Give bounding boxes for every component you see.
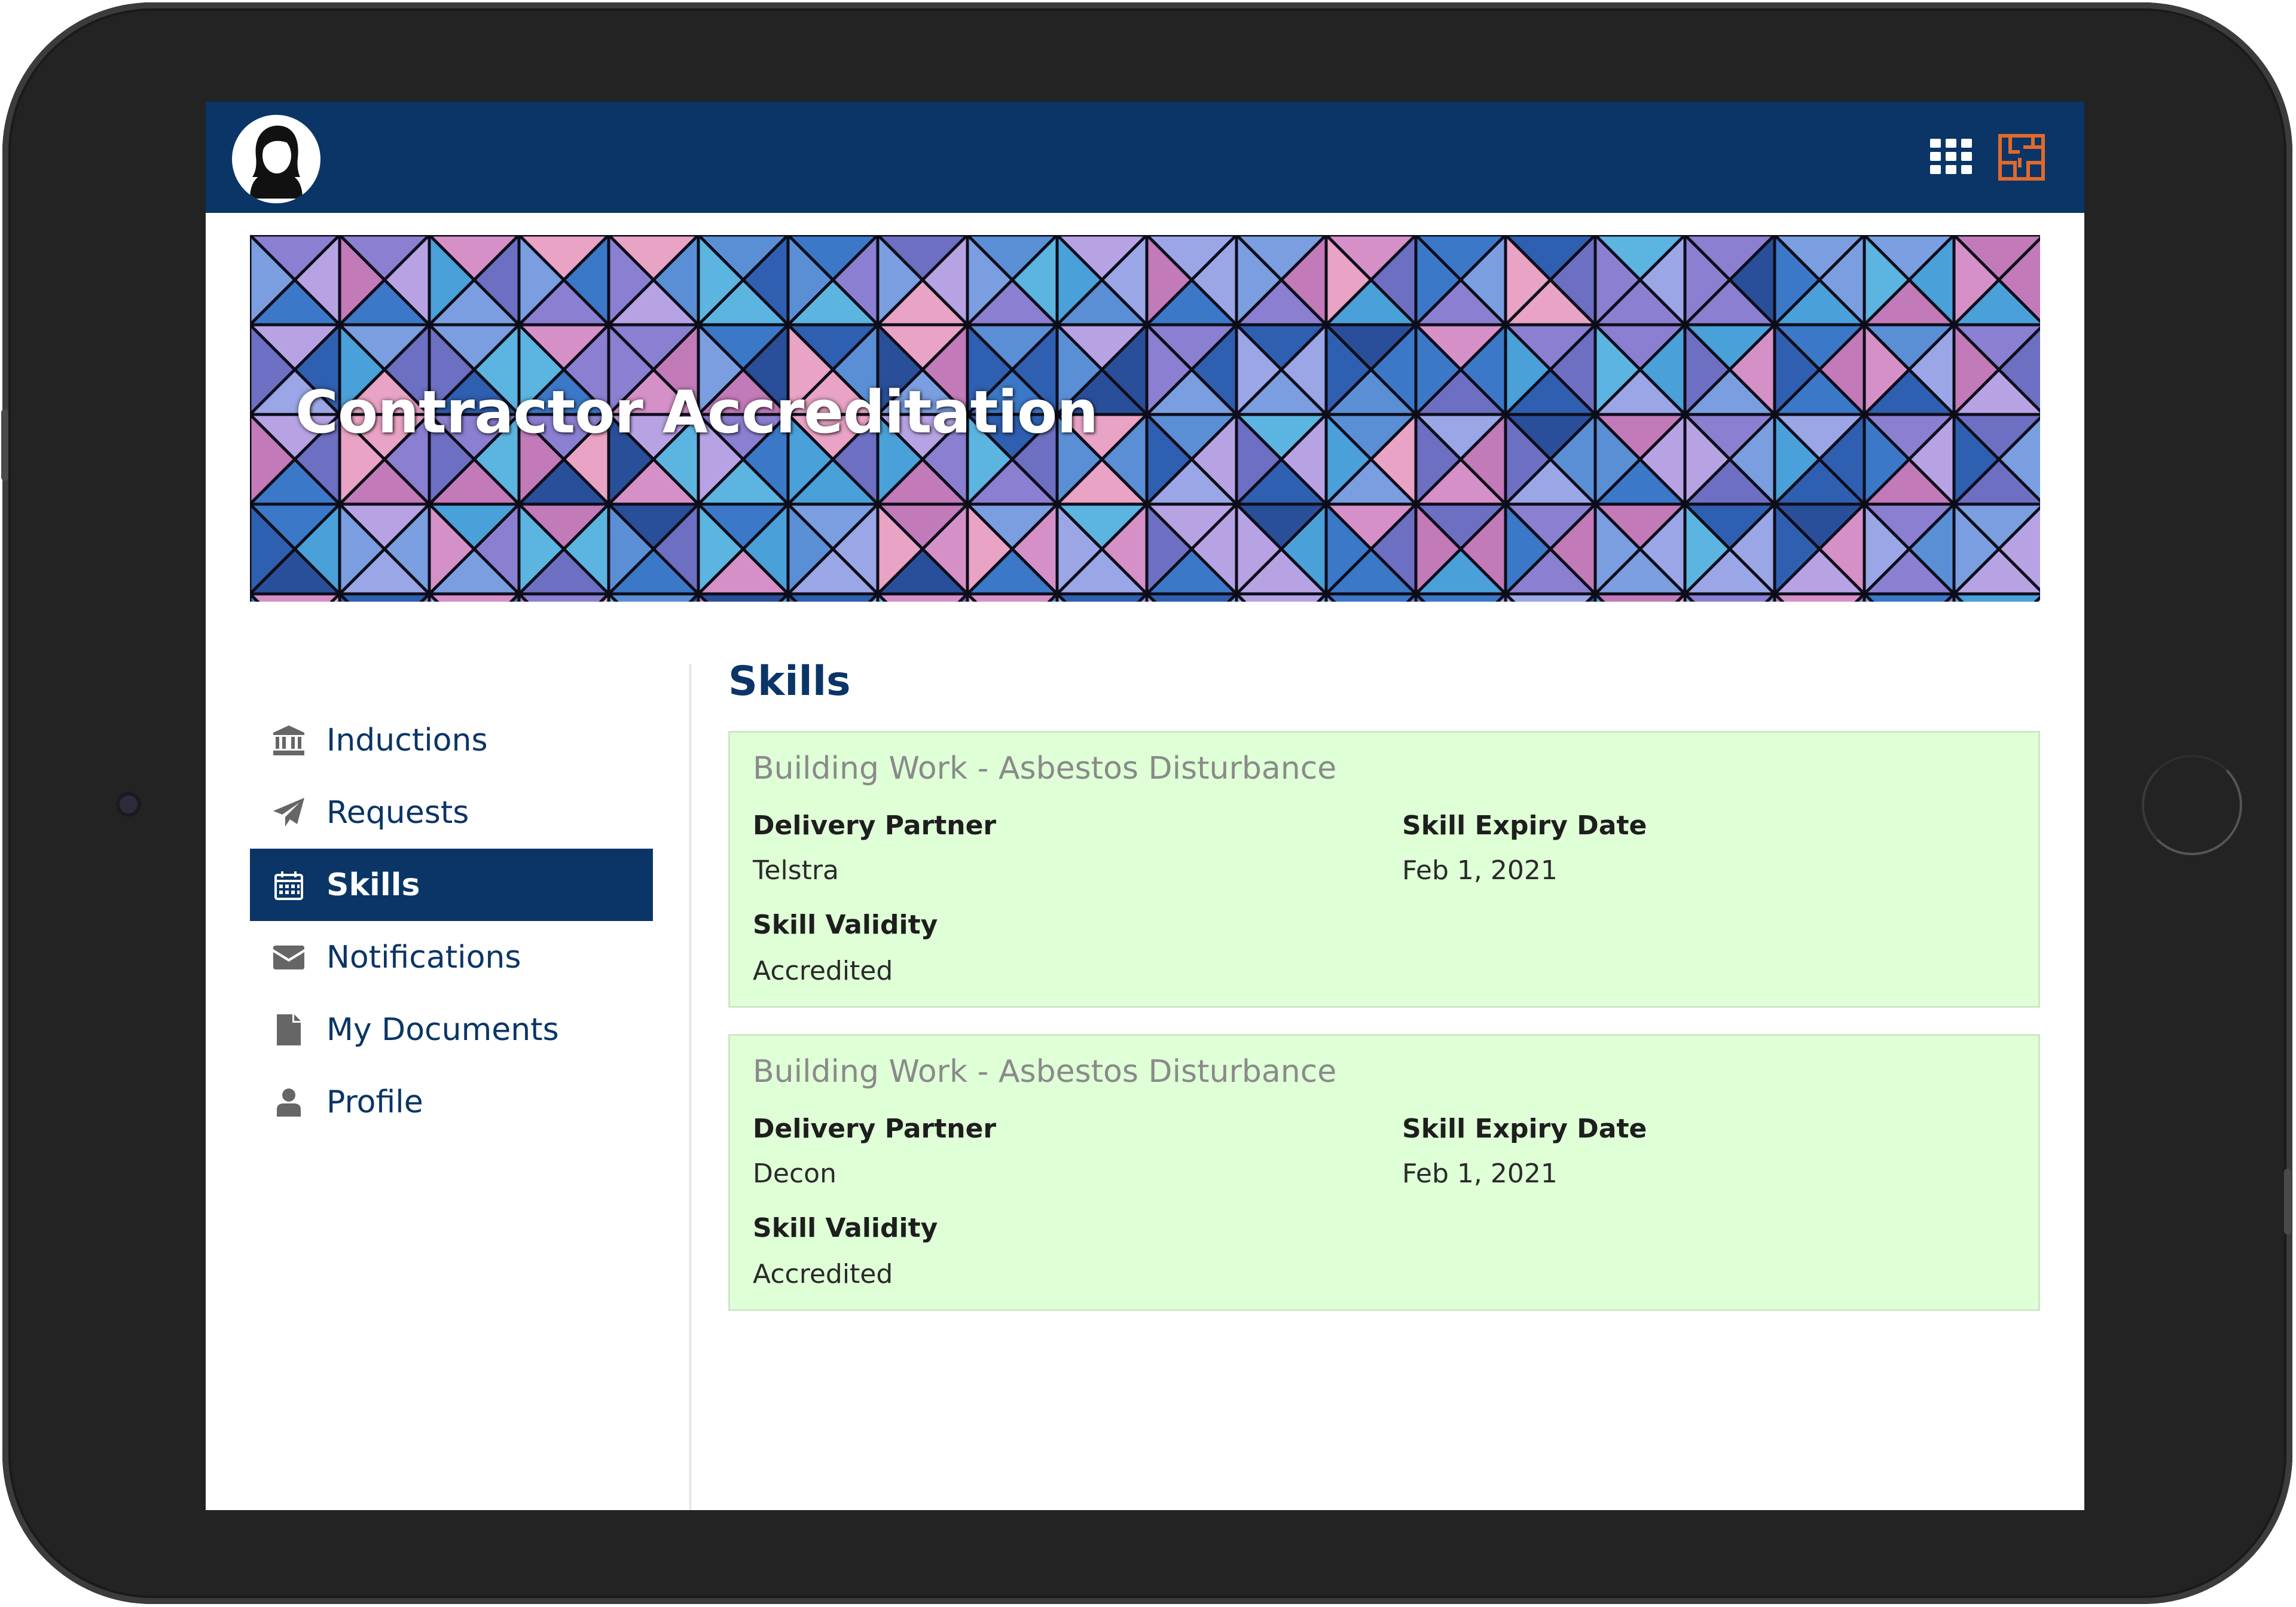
file-icon (273, 1014, 305, 1046)
sidebar-navigation: Inductions Requests Skills Notifications… (250, 704, 653, 1138)
brand-logo-icon[interactable] (1998, 134, 2045, 181)
banner-facet (1322, 592, 1420, 602)
institution-icon (273, 724, 305, 757)
banner-facet (963, 592, 1061, 602)
skill-expiry-value: Feb 1, 2021 (1402, 1158, 1558, 1189)
delivery-partner-value: Telstra (753, 855, 839, 886)
sidebar-divider (689, 664, 691, 1510)
banner-facet (1501, 592, 1599, 602)
avatar-person-icon (234, 117, 318, 201)
banner-facet (250, 592, 344, 602)
hero-banner: Contractor Accreditation (250, 235, 2040, 602)
sidebar-item-label: Profile (326, 1084, 423, 1120)
banner-facet (1143, 592, 1241, 602)
skill-validity-value: Accredited (753, 956, 893, 986)
sidebar-item-label: Requests (326, 794, 469, 831)
sidebar-item-my-documents[interactable]: My Documents (250, 993, 653, 1066)
banner-facet (694, 592, 792, 602)
page-title: Skills (728, 658, 851, 705)
banner-facet (1860, 592, 1958, 602)
envelope-icon (273, 941, 305, 974)
banner-facet (1770, 592, 1868, 602)
banner-facet (1232, 592, 1330, 602)
banner-facet (1681, 592, 1779, 602)
sidebar-item-label: Inductions (326, 722, 488, 758)
sidebar-item-label: Notifications (326, 939, 521, 975)
banner-title: Contractor Accreditation (295, 379, 1098, 447)
skill-validity-label: Skill Validity (753, 1213, 938, 1243)
skill-expiry-value: Feb 1, 2021 (1402, 855, 1558, 886)
front-camera (116, 792, 141, 817)
user-avatar[interactable] (232, 115, 320, 203)
delivery-partner-value: Decon (753, 1158, 836, 1189)
skill-card: Building Work - Asbestos Disturbance Del… (728, 731, 2040, 1008)
skill-expiry-label: Skill Expiry Date (1402, 1114, 1647, 1144)
sidebar-item-label: My Documents (326, 1011, 559, 1048)
banner-facet (1591, 592, 1689, 602)
banner-facet (1950, 592, 2040, 602)
banner-facet (515, 592, 613, 602)
banner-facet (335, 592, 433, 602)
user-icon (273, 1086, 305, 1118)
skill-validity-label: Skill Validity (753, 910, 938, 940)
sidebar-item-requests[interactable]: Requests (250, 776, 653, 849)
skill-card: Building Work - Asbestos Disturbance Del… (728, 1034, 2040, 1311)
home-button[interactable] (2142, 755, 2242, 855)
sidebar-item-profile[interactable]: Profile (250, 1066, 653, 1138)
skill-name: Building Work - Asbestos Disturbance (753, 1054, 1337, 1090)
delivery-partner-label: Delivery Partner (753, 810, 997, 841)
skill-validity-value: Accredited (753, 1259, 893, 1289)
sidebar-item-label: Skills (326, 867, 420, 903)
app-screen: Contractor Accreditation Inductions Requ… (206, 102, 2084, 1510)
banner-facet (604, 592, 703, 602)
tablet-side-button (2284, 1169, 2291, 1234)
tablet-side-button (1, 409, 8, 481)
skill-expiry-label: Skill Expiry Date (1402, 810, 1647, 841)
banner-facet (1412, 592, 1510, 602)
delivery-partner-label: Delivery Partner (753, 1114, 997, 1144)
sidebar-item-skills[interactable]: Skills (250, 849, 653, 921)
banner-facet (1053, 592, 1151, 602)
calendar-icon (273, 869, 305, 901)
banner-facet (874, 592, 972, 602)
top-navigation-bar (206, 102, 2084, 213)
skill-name: Building Work - Asbestos Disturbance (753, 751, 1337, 786)
sidebar-item-inductions[interactable]: Inductions (250, 704, 653, 776)
banner-facet (425, 592, 523, 602)
sidebar-item-notifications[interactable]: Notifications (250, 921, 653, 993)
apps-grid-icon[interactable] (1930, 139, 1972, 175)
paper-plane-icon (273, 797, 305, 829)
banner-facet (784, 592, 882, 602)
